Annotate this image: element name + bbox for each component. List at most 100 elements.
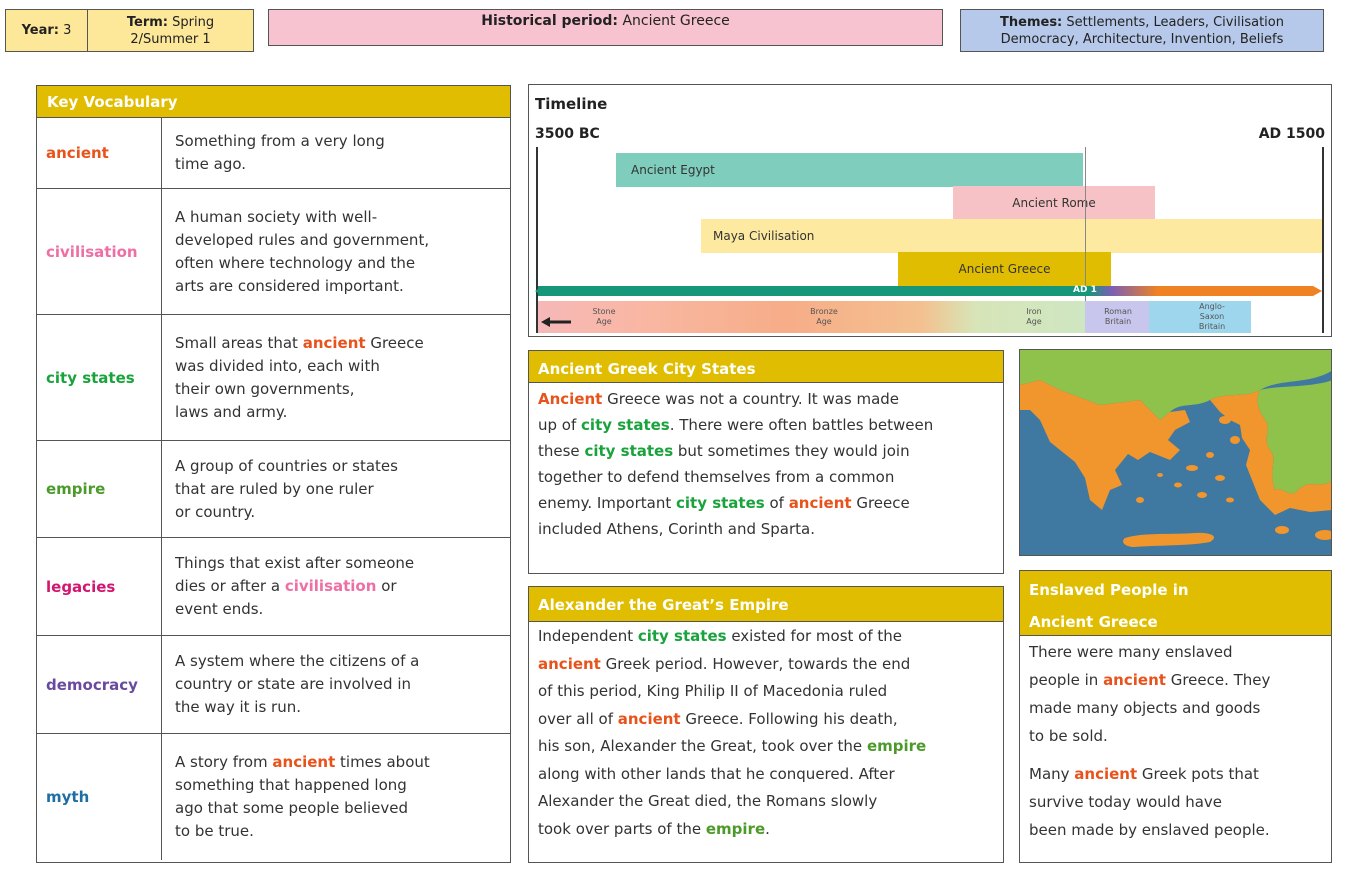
enslaved-text: There were many enslaved people in ancie… [1020,636,1331,844]
vocab-definition: A human society with well- developed rul… [162,189,510,314]
def-line: A system where the citizens of a [175,652,420,670]
age-line: Britain [1198,322,1226,331]
vocab-term: ancient [37,118,162,188]
text-run: these [538,442,585,460]
term-value-2: 2/Summer 1 [130,31,211,47]
text-run: but sometimes they would join [673,442,910,460]
vocab-definition: Things that exist after someone dies or … [162,538,510,635]
def-line: to be true. [175,822,254,840]
text-line: these city states but sometimes they wou… [538,438,996,464]
themes-label: Themes: [1000,14,1063,30]
text-run: Greece [851,494,910,512]
vocab-definition: A story from ancient times about somethi… [162,734,510,860]
highlight-city-states: city states [584,442,674,460]
highlight-empire: empire [705,819,766,838]
def-line: Small areas that ancient Greece [175,332,424,355]
left-arrow-icon [541,312,571,327]
highlight-empire: empire [866,737,927,755]
vocab-term: civilisation [37,189,162,314]
alexander-text: Independent city states existed for most… [529,622,1003,843]
vocab-row-myth: myth A story from ancient times about so… [37,734,510,860]
text-run: enemy. Important [538,494,676,512]
themes-line-1: Settlements, Leaders, Civilisation [1066,14,1284,30]
text-run: took over parts of the [538,819,706,838]
age-bronze: Bronze Age [799,301,849,333]
def-line: time ago. [175,155,247,173]
def-text: times about [335,753,430,771]
def-line: Something from a very long [175,132,385,150]
text-line: up of city states. There were often batt… [538,412,996,438]
bar-ancient-egypt: Ancient Egypt [616,153,1083,187]
def-text: Small areas that [175,333,303,352]
highlight-ancient: ancient [272,753,336,771]
text-run: over all of [538,709,618,728]
vocab-term: legacies [37,538,162,635]
title-line: Ancient Greece [1029,613,1158,631]
highlight-city-states: city states [637,627,727,645]
age-line: Age [816,317,832,326]
bar-ancient-greece: Ancient Greece [898,252,1111,286]
def-text: A story from [175,753,273,771]
vocab-term: empire [37,441,162,537]
alexander-title: Alexander the Great’s Empire [529,587,1003,622]
timeline-arrow [538,286,1313,296]
def-text: or [376,577,397,595]
text-run: Independent [538,627,638,645]
def-line: was divided into, each with [175,356,380,375]
text-line: people in ancient Greece. They [1029,666,1324,694]
highlight-ancient: ancient [538,654,601,673]
def-line: Things that exist after someone [175,554,415,572]
bar-label: Ancient Egypt [631,163,715,177]
age-line: Britain [1104,317,1132,326]
text-run: Greek period. However, towards the end [600,654,911,673]
vocab-row-civilisation: civilisation A human society with well- … [37,189,510,315]
vocab-title: Key Vocabulary [37,86,510,118]
text-line: together to defend themselves from a com… [538,468,895,486]
def-line: often where technology and the [175,253,416,272]
age-stone: Stone Age [584,301,624,333]
text-run: Many [1029,765,1075,783]
term-cell: Term: Spring 2/Summer 1 [87,9,254,52]
text-line: along with other lands that he conquered… [538,764,895,783]
def-text: Greece [365,333,424,352]
enslaved-panel: Enslaved People in Ancient Greece There … [1019,570,1332,863]
vocab-definition: A system where the citizens of a country… [162,636,510,733]
highlight-ancient: ancient [1074,765,1138,783]
vocab-row-city-states: city states Small areas that ancient Gre… [37,315,510,441]
vocab-definition: A group of countries or states that are … [162,441,510,537]
text-line: to be sold. [1029,727,1108,745]
def-line: something that happened long [175,776,407,794]
key-vocabulary-table: Key Vocabulary ancient Something from a … [36,85,511,863]
city-states-panel: Ancient Greek City States Ancient Greece… [528,350,1004,574]
def-line: arts are considered important. [175,276,404,295]
text-run: his son, Alexander the Great, took over … [538,737,867,755]
highlight-ancient: ancient [788,494,852,512]
timeline-title: Timeline [535,95,608,113]
text-line: over all of ancient Greece. Following hi… [538,706,996,734]
text-line: took over parts of the empire. [538,816,996,844]
year-label: Year: [21,23,59,38]
text-line: There were many enslaved [1029,643,1233,661]
year-value: 3 [63,23,72,38]
enslaved-title: Enslaved People in Ancient Greece [1020,571,1331,636]
period-label: Historical period: [481,13,618,29]
def-text: dies or after a [175,577,285,595]
text-run: Greece. They [1165,671,1271,689]
term-value-1: Spring [172,14,215,30]
def-line: that are ruled by one ruler [175,479,374,498]
vocab-term: city states [37,315,162,440]
text-run: people in [1029,671,1104,689]
age-roman-britain: Roman Britain [1095,301,1141,333]
vocab-row-ancient: ancient Something from a very long time … [37,118,510,189]
age-line: Iron [1026,307,1042,316]
title-line: Enslaved People in [1029,581,1189,599]
def-line: A group of countries or states [175,456,398,475]
timeline-panel: Timeline 3500 BC AD 1500 Ancient Egypt A… [528,84,1332,337]
age-anglo-saxon-britain: Anglo- Saxon Britain [1189,301,1235,333]
def-line: event ends. [175,600,264,618]
vocab-definition: Something from a very long time ago. [162,118,510,188]
age-line: Stone [592,307,616,316]
def-line: or country. [175,502,256,521]
timeline-end-label: AD 1500 [1258,126,1325,142]
text-run: of [764,494,789,512]
